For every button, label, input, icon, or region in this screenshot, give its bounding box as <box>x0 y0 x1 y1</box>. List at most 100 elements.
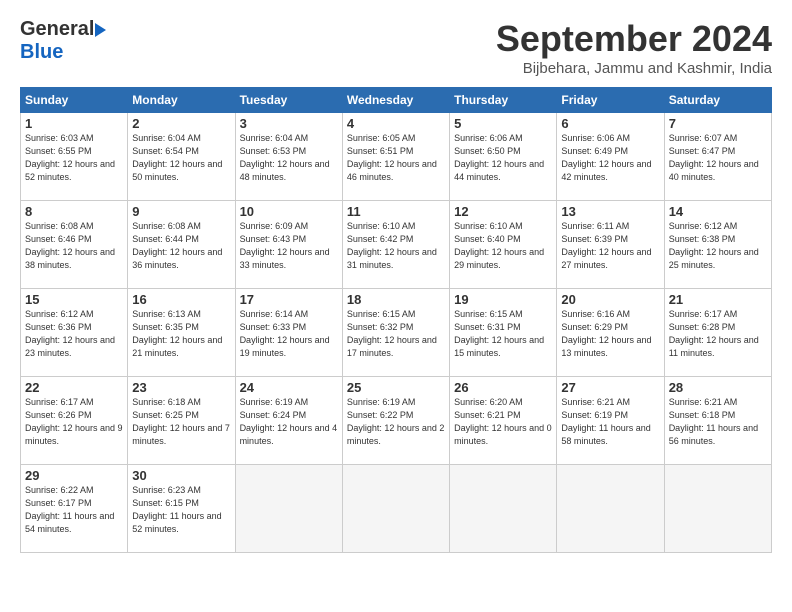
day-info: Sunrise: 6:18 AMSunset: 6:25 PMDaylight:… <box>132 397 230 446</box>
day-info: Sunrise: 6:08 AMSunset: 6:44 PMDaylight:… <box>132 221 222 270</box>
day-info: Sunrise: 6:06 AMSunset: 6:49 PMDaylight:… <box>561 133 651 182</box>
calendar-cell: 7 Sunrise: 6:07 AMSunset: 6:47 PMDayligh… <box>664 113 771 201</box>
day-number: 13 <box>561 204 659 219</box>
calendar-week-row: 29 Sunrise: 6:22 AMSunset: 6:17 PMDaylig… <box>21 465 772 553</box>
day-info: Sunrise: 6:16 AMSunset: 6:29 PMDaylight:… <box>561 309 651 358</box>
day-number: 17 <box>240 292 338 307</box>
day-info: Sunrise: 6:15 AMSunset: 6:32 PMDaylight:… <box>347 309 437 358</box>
calendar-cell: 26 Sunrise: 6:20 AMSunset: 6:21 PMDaylig… <box>450 377 557 465</box>
calendar-cell: 2 Sunrise: 6:04 AMSunset: 6:54 PMDayligh… <box>128 113 235 201</box>
calendar-day-header: Tuesday <box>235 88 342 113</box>
day-number: 3 <box>240 116 338 131</box>
day-number: 26 <box>454 380 552 395</box>
day-number: 11 <box>347 204 445 219</box>
calendar-cell: 22 Sunrise: 6:17 AMSunset: 6:26 PMDaylig… <box>21 377 128 465</box>
calendar-cell: 12 Sunrise: 6:10 AMSunset: 6:40 PMDaylig… <box>450 201 557 289</box>
calendar-cell: 13 Sunrise: 6:11 AMSunset: 6:39 PMDaylig… <box>557 201 664 289</box>
day-info: Sunrise: 6:10 AMSunset: 6:42 PMDaylight:… <box>347 221 437 270</box>
day-number: 21 <box>669 292 767 307</box>
day-info: Sunrise: 6:07 AMSunset: 6:47 PMDaylight:… <box>669 133 759 182</box>
day-info: Sunrise: 6:08 AMSunset: 6:46 PMDaylight:… <box>25 221 115 270</box>
calendar-day-header: Thursday <box>450 88 557 113</box>
calendar-cell: 30 Sunrise: 6:23 AMSunset: 6:15 PMDaylig… <box>128 465 235 553</box>
calendar-cell <box>342 465 449 553</box>
calendar-day-header: Wednesday <box>342 88 449 113</box>
day-number: 7 <box>669 116 767 131</box>
logo-chevron-icon <box>95 23 106 37</box>
calendar-cell: 5 Sunrise: 6:06 AMSunset: 6:50 PMDayligh… <box>450 113 557 201</box>
calendar-cell: 28 Sunrise: 6:21 AMSunset: 6:18 PMDaylig… <box>664 377 771 465</box>
calendar-cell: 1 Sunrise: 6:03 AMSunset: 6:55 PMDayligh… <box>21 113 128 201</box>
day-number: 14 <box>669 204 767 219</box>
day-info: Sunrise: 6:20 AMSunset: 6:21 PMDaylight:… <box>454 397 552 446</box>
day-info: Sunrise: 6:13 AMSunset: 6:35 PMDaylight:… <box>132 309 222 358</box>
calendar-cell: 9 Sunrise: 6:08 AMSunset: 6:44 PMDayligh… <box>128 201 235 289</box>
calendar-cell: 23 Sunrise: 6:18 AMSunset: 6:25 PMDaylig… <box>128 377 235 465</box>
day-number: 25 <box>347 380 445 395</box>
calendar-cell <box>235 465 342 553</box>
day-number: 1 <box>25 116 123 131</box>
day-number: 27 <box>561 380 659 395</box>
calendar-day-header: Saturday <box>664 88 771 113</box>
day-info: Sunrise: 6:17 AMSunset: 6:26 PMDaylight:… <box>25 397 123 446</box>
calendar-cell: 18 Sunrise: 6:15 AMSunset: 6:32 PMDaylig… <box>342 289 449 377</box>
day-info: Sunrise: 6:04 AMSunset: 6:53 PMDaylight:… <box>240 133 330 182</box>
logo: General Blue <box>20 18 106 64</box>
calendar-week-row: 8 Sunrise: 6:08 AMSunset: 6:46 PMDayligh… <box>21 201 772 289</box>
day-info: Sunrise: 6:21 AMSunset: 6:18 PMDaylight:… <box>669 397 758 446</box>
day-number: 28 <box>669 380 767 395</box>
calendar-day-header: Friday <box>557 88 664 113</box>
day-info: Sunrise: 6:12 AMSunset: 6:38 PMDaylight:… <box>669 221 759 270</box>
calendar-header-row: SundayMondayTuesdayWednesdayThursdayFrid… <box>21 88 772 113</box>
day-info: Sunrise: 6:12 AMSunset: 6:36 PMDaylight:… <box>25 309 115 358</box>
calendar-cell: 19 Sunrise: 6:15 AMSunset: 6:31 PMDaylig… <box>450 289 557 377</box>
location: Bijbehara, Jammu and Kashmir, India <box>496 60 772 77</box>
day-number: 9 <box>132 204 230 219</box>
calendar-week-row: 22 Sunrise: 6:17 AMSunset: 6:26 PMDaylig… <box>21 377 772 465</box>
page: General Blue September 2024 Bijbehara, J… <box>0 0 792 612</box>
title-block: September 2024 Bijbehara, Jammu and Kash… <box>496 18 772 77</box>
day-number: 10 <box>240 204 338 219</box>
calendar-cell: 25 Sunrise: 6:19 AMSunset: 6:22 PMDaylig… <box>342 377 449 465</box>
day-number: 29 <box>25 468 123 483</box>
calendar-day-header: Monday <box>128 88 235 113</box>
calendar-table: SundayMondayTuesdayWednesdayThursdayFrid… <box>20 87 772 553</box>
day-info: Sunrise: 6:15 AMSunset: 6:31 PMDaylight:… <box>454 309 544 358</box>
day-info: Sunrise: 6:06 AMSunset: 6:50 PMDaylight:… <box>454 133 544 182</box>
day-number: 4 <box>347 116 445 131</box>
calendar-cell <box>450 465 557 553</box>
calendar-week-row: 15 Sunrise: 6:12 AMSunset: 6:36 PMDaylig… <box>21 289 772 377</box>
calendar-cell: 21 Sunrise: 6:17 AMSunset: 6:28 PMDaylig… <box>664 289 771 377</box>
day-number: 24 <box>240 380 338 395</box>
calendar-cell: 14 Sunrise: 6:12 AMSunset: 6:38 PMDaylig… <box>664 201 771 289</box>
day-number: 22 <box>25 380 123 395</box>
calendar-cell: 17 Sunrise: 6:14 AMSunset: 6:33 PMDaylig… <box>235 289 342 377</box>
calendar-cell: 3 Sunrise: 6:04 AMSunset: 6:53 PMDayligh… <box>235 113 342 201</box>
calendar-cell: 4 Sunrise: 6:05 AMSunset: 6:51 PMDayligh… <box>342 113 449 201</box>
day-info: Sunrise: 6:19 AMSunset: 6:24 PMDaylight:… <box>240 397 338 446</box>
day-number: 16 <box>132 292 230 307</box>
day-number: 2 <box>132 116 230 131</box>
calendar-cell: 24 Sunrise: 6:19 AMSunset: 6:24 PMDaylig… <box>235 377 342 465</box>
calendar-cell: 20 Sunrise: 6:16 AMSunset: 6:29 PMDaylig… <box>557 289 664 377</box>
day-number: 30 <box>132 468 230 483</box>
day-info: Sunrise: 6:19 AMSunset: 6:22 PMDaylight:… <box>347 397 445 446</box>
day-info: Sunrise: 6:10 AMSunset: 6:40 PMDaylight:… <box>454 221 544 270</box>
day-number: 20 <box>561 292 659 307</box>
logo-general-text: General <box>20 18 94 41</box>
header: General Blue September 2024 Bijbehara, J… <box>20 18 772 77</box>
day-number: 18 <box>347 292 445 307</box>
day-info: Sunrise: 6:14 AMSunset: 6:33 PMDaylight:… <box>240 309 330 358</box>
calendar-cell: 8 Sunrise: 6:08 AMSunset: 6:46 PMDayligh… <box>21 201 128 289</box>
logo-blue-text: Blue <box>20 41 63 64</box>
day-info: Sunrise: 6:05 AMSunset: 6:51 PMDaylight:… <box>347 133 437 182</box>
day-number: 23 <box>132 380 230 395</box>
day-info: Sunrise: 6:09 AMSunset: 6:43 PMDaylight:… <box>240 221 330 270</box>
calendar-cell: 27 Sunrise: 6:21 AMSunset: 6:19 PMDaylig… <box>557 377 664 465</box>
month-title: September 2024 <box>496 18 772 60</box>
day-number: 8 <box>25 204 123 219</box>
calendar-cell: 15 Sunrise: 6:12 AMSunset: 6:36 PMDaylig… <box>21 289 128 377</box>
calendar-cell: 29 Sunrise: 6:22 AMSunset: 6:17 PMDaylig… <box>21 465 128 553</box>
day-number: 6 <box>561 116 659 131</box>
day-number: 12 <box>454 204 552 219</box>
